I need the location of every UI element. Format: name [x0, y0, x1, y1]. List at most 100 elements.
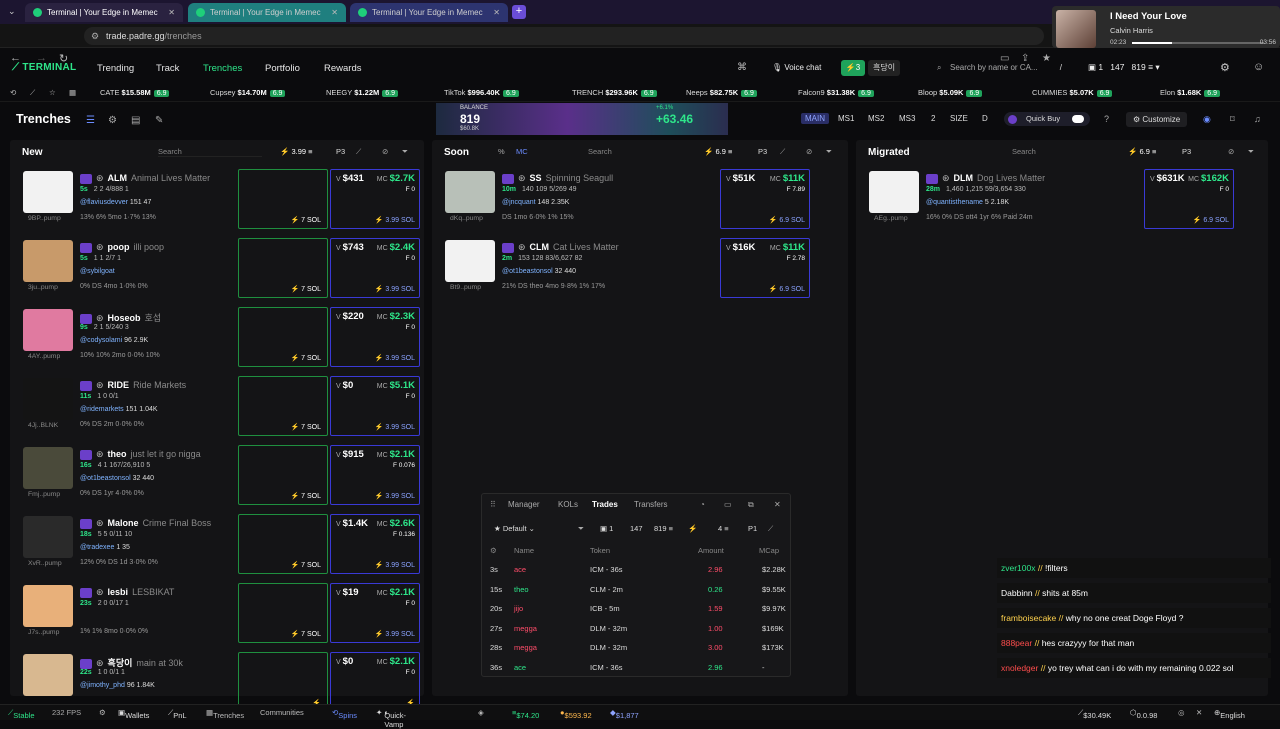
- list-view-icon[interactable]: ☰: [86, 115, 95, 126]
- voice-chat-button[interactable]: 🎙 Voice chat: [772, 63, 821, 72]
- popout-icon[interactable]: ⧉: [748, 500, 754, 510]
- token-avatar[interactable]: [869, 171, 919, 213]
- preset-count[interactable]: 2: [927, 113, 939, 124]
- quick-buy-7sol[interactable]: ⚡ 7 SOL: [290, 354, 321, 362]
- dev-handle[interactable]: @tradexee: [80, 544, 114, 551]
- trade-row[interactable]: 3s ace ICM - 36s 2.96 $2.28K: [482, 562, 792, 581]
- filter-icon[interactable]: ⏷: [1248, 147, 1254, 157]
- trader-name[interactable]: jijo: [514, 604, 523, 613]
- x-badge-icon[interactable]: [80, 449, 92, 460]
- x-badge-icon[interactable]: [80, 518, 92, 529]
- tab-trades[interactable]: Trades: [592, 500, 618, 509]
- trade-row[interactable]: 36s ace ICM - 36s 2.96 -: [482, 660, 792, 679]
- trade-row[interactable]: 28s megga DLM - 32m 3.00 $173K: [482, 640, 792, 659]
- tab-transfers[interactable]: Transfers: [634, 500, 668, 509]
- column-search-input[interactable]: Search: [158, 147, 262, 157]
- ticker-item[interactable]: CATE $15.58M 6.9: [100, 88, 170, 97]
- close-tab-icon[interactable]: ✕: [168, 8, 175, 17]
- market-cap-box[interactable]: V $1.4K MC $2.6K F 0.136 ⚡ 3.99 SOL: [330, 514, 420, 574]
- terminal-logo[interactable]: ⟋ TERMINAL: [12, 62, 76, 73]
- mute-icon[interactable]: ⊘: [382, 147, 388, 156]
- ticker-item[interactable]: CUMMIES $5.07K 6.9: [1032, 88, 1113, 97]
- eye-icon[interactable]: ◉: [1203, 114, 1211, 125]
- dev-handle[interactable]: @ot1beastonsol: [502, 268, 553, 275]
- trade-token[interactable]: CLM - 2m: [590, 585, 623, 594]
- wallet-selector[interactable]: ▣ 1 147 819 ≡ ▾: [1088, 62, 1160, 73]
- quick-buy-box[interactable]: ⚡ 7 SOL: [238, 238, 328, 298]
- token-card[interactable]: 4Jj..BLNK ⊛ RIDE Ride Markets 11s 1 0 0/1 @rid…: [18, 374, 420, 440]
- column-search-input[interactable]: Search: [588, 147, 678, 156]
- quick-buy-sol-button[interactable]: ⚡ 3.99 SOL: [375, 423, 415, 431]
- filter-icon[interactable]: ⏷: [402, 147, 408, 157]
- market-cap-box[interactable]: V $0 MC $5.1K F 0 ⚡ 3.99 SOL: [330, 376, 420, 436]
- trade-row[interactable]: 20s jijo ICB - 5m 1.59 $9.97K: [482, 601, 792, 620]
- quick-buy-box[interactable]: ⚡ 7 SOL: [238, 376, 328, 436]
- trade-token[interactable]: DLM - 32m: [590, 643, 627, 652]
- settings-icon[interactable]: ⚙: [490, 546, 497, 555]
- social-icon[interactable]: ⊛: [96, 518, 104, 528]
- quick-buy-box[interactable]: ⚡ 7 SOL: [238, 307, 328, 367]
- market-cap-box[interactable]: V $431 MC $2.7K F 0 ⚡ 3.99 SOL: [330, 169, 420, 229]
- settings-gear-icon[interactable]: ⚙: [1220, 61, 1230, 74]
- nav-rewards[interactable]: Rewards: [324, 63, 362, 74]
- buy-count[interactable]: 4 ≡: [718, 524, 729, 533]
- dev-handle[interactable]: @flaviusdevver: [80, 199, 128, 206]
- token-address[interactable]: AEg..pump: [874, 215, 908, 222]
- nav-trending[interactable]: Trending: [97, 63, 134, 74]
- quick-buy-sol-button[interactable]: ⚡ 6.9 SOL: [769, 285, 805, 293]
- preset-ms3[interactable]: MS3: [895, 113, 919, 124]
- quick-buy-box[interactable]: ⚡ 7 SOL: [238, 583, 328, 643]
- close-icon[interactable]: ✕: [774, 500, 781, 509]
- token-avatar[interactable]: [23, 240, 73, 282]
- token-symbol[interactable]: CLM: [530, 242, 550, 252]
- token-avatar[interactable]: [23, 447, 73, 489]
- customize-button[interactable]: ⚙ Customize: [1126, 112, 1188, 127]
- market-cap-box[interactable]: V $16K MC $11K F 2.78 ⚡ 6.9 SOL: [720, 238, 810, 298]
- token-symbol[interactable]: RIDE: [108, 380, 130, 390]
- browser-tab-2[interactable]: Terminal | Your Edge in Memec ✕: [188, 3, 346, 22]
- quick-buy-sol-button[interactable]: ⚡ 6.9 SOL: [769, 216, 805, 224]
- nav-portfolio[interactable]: Portfolio: [265, 63, 300, 74]
- account-selector[interactable]: 흑당이: [868, 60, 901, 76]
- alert-badge[interactable]: ⚡3: [841, 60, 865, 76]
- settings-icon[interactable]: ⚙: [108, 115, 117, 126]
- token-card[interactable]: 9BP..pump ⊛ ALM Animal Lives Matter 5s 2 2 4/…: [18, 167, 420, 233]
- close-tab-icon[interactable]: ✕: [493, 8, 500, 17]
- x-icon[interactable]: ✕: [1196, 708, 1202, 717]
- market-cap-box[interactable]: V $631K MC $162K F 0 ⚡ 6.9 SOL: [1144, 169, 1234, 229]
- x-badge-icon[interactable]: [502, 173, 514, 184]
- dev-handle[interactable]: @sybilgoat: [80, 268, 115, 275]
- token-avatar[interactable]: [23, 378, 73, 420]
- social-icon[interactable]: ⊛: [96, 380, 104, 390]
- token-symbol[interactable]: lesbi: [108, 587, 129, 597]
- column-search-input[interactable]: Search: [1012, 147, 1102, 156]
- token-search-input[interactable]: ⌕ Search by name or CA... /: [934, 60, 1070, 76]
- layout-icon[interactable]: ▤: [131, 115, 140, 126]
- quick-buy-box[interactable]: ⚡ 7 SOL: [238, 445, 328, 505]
- token-symbol[interactable]: theo: [108, 449, 127, 459]
- x-badge-icon[interactable]: [80, 313, 92, 324]
- trade-row[interactable]: 15s theo CLM - 2m 0.26 $9.55K: [482, 582, 792, 601]
- market-cap-box[interactable]: V $220 MC $2.3K F 0 ⚡ 3.99 SOL: [330, 307, 420, 367]
- chart-icon[interactable]: ⟋: [768, 524, 773, 534]
- trade-token[interactable]: ICM - 36s: [590, 663, 623, 672]
- settings-icon[interactable]: ⚙: [99, 708, 106, 717]
- social-icon[interactable]: ⊛: [518, 242, 526, 252]
- x-badge-icon[interactable]: [926, 173, 938, 184]
- size-label[interactable]: SIZE: [946, 113, 972, 124]
- quick-buy-box[interactable]: ⚡ 7 SOL: [238, 169, 328, 229]
- token-address[interactable]: dKq..pump: [450, 215, 483, 222]
- token-symbol[interactable]: Malone: [108, 518, 139, 528]
- token-avatar[interactable]: [445, 240, 495, 282]
- token-symbol[interactable]: ALM: [108, 173, 128, 183]
- preset-ms2[interactable]: MS2: [864, 113, 888, 124]
- x-badge-icon[interactable]: [80, 587, 92, 598]
- social-icon[interactable]: ⊛: [96, 587, 104, 597]
- social-icon[interactable]: ⊛: [96, 313, 104, 323]
- trade-token[interactable]: ICB - 5m: [590, 604, 620, 613]
- quick-buy-7sol[interactable]: ⚡ 7 SOL: [290, 423, 321, 431]
- dev-handle[interactable]: @jncquant: [502, 199, 536, 206]
- language-selector[interactable]: ⊕ English: [1214, 708, 1245, 720]
- preset-dropdown[interactable]: ★ Default ⌄: [494, 524, 535, 533]
- edit-icon[interactable]: ✎: [155, 115, 163, 126]
